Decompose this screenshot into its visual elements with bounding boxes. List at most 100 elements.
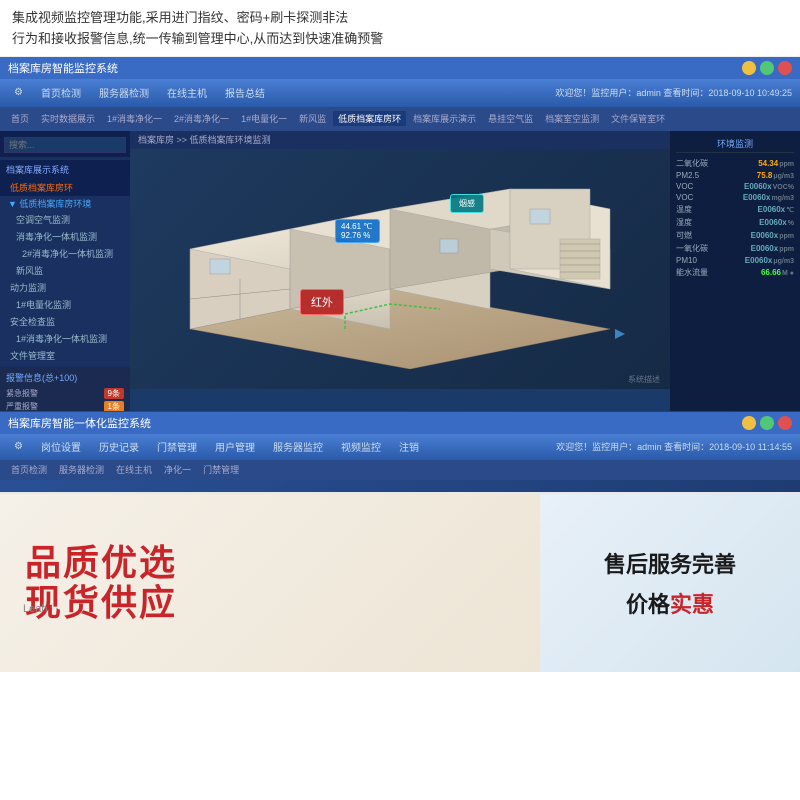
nav2-user[interactable]: 用户管理 (209, 437, 261, 456)
env-flammable-unit: ppm (779, 233, 794, 240)
sub-nav2-home[interactable]: 首页检测 (6, 462, 52, 477)
window-chrome-2: 档案库房智能一体化监控系统 (0, 412, 800, 434)
ui-screenshot-1: 档案库房智能监控系统 ⚙ 首页检测 服务器检测 在线主机 报告总结 欢迎您！监控… (0, 57, 800, 412)
env-pm25-row: PM2.5 75.8μg/m3 (676, 170, 794, 181)
sidebar-item-electricity[interactable]: 1#电量化监测 (0, 296, 130, 313)
env-pm25-label: PM2.5 (676, 171, 699, 180)
maximize-btn-2[interactable] (760, 416, 774, 430)
nav2-gear[interactable]: ⚙ (8, 439, 29, 454)
promo-price-highlight: 实惠 (670, 592, 714, 617)
env-voc2-value: E0060xmg/m3 (743, 193, 794, 202)
sub-nav-2f[interactable]: 2#消毒净化一 (169, 111, 234, 126)
env-voc1-row: VOC E0060xVOC% (676, 181, 794, 192)
env-flow-label: 能水流量 (676, 267, 708, 278)
nav2-settings[interactable]: 岗位设置 (35, 437, 87, 456)
sub-nav-file[interactable]: 文件保管室环 (606, 111, 670, 126)
breadcrumb-text: 档案库房 >> 低质档案库环境监测 (138, 133, 271, 146)
env-humidity-value: E0060x% (759, 218, 794, 227)
sub-nav-power[interactable]: 1#电量化一 (236, 111, 292, 126)
env-pm10-row: PM10 E0060xμg/m3 (676, 255, 794, 266)
close-btn[interactable] (778, 61, 792, 75)
sidebar-item-air-mon[interactable]: 空调空气监测 (0, 211, 130, 228)
alarm-label-serious: 严重报警 (6, 401, 38, 411)
nav2-door[interactable]: 门禁管理 (151, 437, 203, 456)
env-flammable-label: 可燃 (676, 230, 692, 241)
env-co-unit: ppm (779, 246, 794, 253)
sub-nav-home[interactable]: 首页 (6, 111, 34, 126)
nav-bar-2: ⚙ 岗位设置 历史记录 门禁管理 用户管理 服务器监控 视频监控 注销 欢迎您！… (0, 434, 800, 460)
sensor-value-humidity: 92.76 % (341, 231, 374, 240)
nav2-right-info: 欢迎您！监控用户：admin 查看时间：2018-09-10 11:14:55 (556, 440, 792, 453)
main-view-1: 档案库房 >> 低质档案库环境监测 (130, 131, 670, 411)
sensor-infrared[interactable]: 红外 (300, 289, 344, 315)
window-chrome-1: 档案库房智能监控系统 (0, 57, 800, 79)
nav2-history[interactable]: 历史记录 (93, 437, 145, 456)
nav2-server[interactable]: 服务器监控 (267, 437, 329, 456)
window-title-2: 档案库房智能一体化监控系统 (8, 415, 151, 431)
minimize-btn[interactable] (742, 61, 756, 75)
main-content-1: 档案库展示系统 低质档案库房环 ▼ 低质档案库房环境 空调空气监测 消毒净化一体… (0, 131, 800, 411)
floor-plan: 44.61 ℃ 92.76 % 烟感 红外 系统描述 (130, 149, 670, 389)
sidebar-search[interactable] (4, 137, 126, 153)
env-flow-row: 能水流量 66.66M ● (676, 266, 794, 279)
env-flow-value: 66.66M ● (761, 268, 794, 277)
promo-price: 价格实惠 (626, 587, 714, 619)
sub-nav-realtime[interactable]: 实时数据展示 (36, 111, 100, 126)
env-pm25-value: 75.8μg/m3 (757, 171, 794, 180)
sub-nav-room[interactable]: 档案室空监测 (540, 111, 604, 126)
env-pm10-label: PM10 (676, 256, 697, 265)
alarm-header: 报警信息(总+100) (6, 371, 124, 384)
sensor-ir-label: 红外 (311, 297, 333, 309)
env-pm10-value: E0060xμg/m3 (745, 256, 794, 265)
sidebar-item-2f-disinfect[interactable]: 2#消毒净化一体机监测 (0, 245, 130, 262)
sidebar-item-security[interactable]: 安全检查监 (0, 313, 130, 330)
sidebar-item-1f-purify[interactable]: 1#消毒净化一体机监测 (0, 330, 130, 347)
nav-tab-home[interactable]: 首页检测 (35, 83, 87, 102)
env-panel: 环境监测 二氧化碳 54.34ppm PM2.5 75.8μg/m3 VOC E… (670, 131, 800, 411)
sensor-temp-humidity[interactable]: 44.61 ℃ 92.76 % (335, 219, 380, 243)
env-temp-row: 温度 E0060x℃ (676, 203, 794, 216)
sub-nav2-server[interactable]: 服务器检测 (54, 462, 109, 477)
alarm-badge-serious: 1条 (104, 401, 124, 411)
minimize-btn-2[interactable] (742, 416, 756, 430)
env-temp-label: 温度 (676, 204, 692, 215)
nav-tab-server[interactable]: 服务器检测 (93, 83, 155, 102)
sensor-smoke[interactable]: 烟感 (450, 194, 484, 213)
sidebar-item-disinfect[interactable]: 消毒净化一体机监测 (0, 228, 130, 245)
env-voc2-label: VOC (676, 193, 693, 202)
sub-nav-archive-active[interactable]: 低质档案库房环 (333, 111, 406, 126)
sidebar-item-archive-env[interactable]: 低质档案库房环 (0, 179, 130, 196)
env-co2-unit: ppm (779, 161, 794, 168)
nav-item-gear[interactable]: ⚙ (8, 85, 29, 100)
close-btn-2[interactable] (778, 416, 792, 430)
sub-nav2-online[interactable]: 在线主机 (111, 462, 157, 477)
alarm-badge-urgent: 9条 (104, 388, 124, 399)
env-flow-unit: M ● (782, 270, 794, 277)
env-humidity-row: 湿度 E0060x% (676, 216, 794, 229)
sidebar-item-file-mgmt[interactable]: 文件管理室 (0, 347, 130, 364)
window-title-1: 档案库房智能监控系统 (8, 60, 118, 76)
sub-nav-demo[interactable]: 档案库展示演示 (408, 111, 481, 126)
env-pm25-unit: μg/m3 (773, 173, 794, 180)
top-description: 集成视频监控管理功能,采用进门指纹、密码+刷卡探测非法 行为和接收报警信息,统一… (0, 0, 800, 57)
nav-tab-report[interactable]: 报告总结 (219, 83, 271, 102)
promo-price-prefix: 价格 (626, 592, 670, 617)
env-temp-unit: ℃ (786, 207, 794, 214)
maximize-btn[interactable] (760, 61, 774, 75)
desc-line-1: 集成视频监控管理功能,采用进门指纹、密码+刷卡探测非法 (12, 8, 788, 29)
nav2-video[interactable]: 视频监控 (335, 437, 387, 456)
alarm-label-urgent: 紧急报警 (6, 388, 38, 399)
sub-nav-1f[interactable]: 1#消毒净化一 (102, 111, 167, 126)
sensor-smoke-label: 烟感 (459, 199, 475, 208)
sub-nav2-purify[interactable]: 净化一 (159, 462, 196, 477)
sub-nav-1: 首页 实时数据展示 1#消毒净化一 2#消毒净化一 1#电量化一 新风监 低质档… (0, 107, 800, 131)
env-voc1-label: VOC (676, 182, 693, 191)
nav-tab-online[interactable]: 在线主机 (161, 83, 213, 102)
sub-nav-wind[interactable]: 新风监 (294, 111, 331, 126)
sub-nav-air[interactable]: 悬挂空气监 (483, 111, 538, 126)
env-flammable-value: E0060xppm (751, 231, 794, 240)
sidebar-item-fresh-air[interactable]: 新风监 (0, 262, 130, 279)
sub-nav2-door-mgmt[interactable]: 门禁管理 (198, 462, 244, 477)
nav2-logout[interactable]: 注销 (393, 437, 425, 456)
sidebar-item-power[interactable]: 动力监测 (0, 279, 130, 296)
